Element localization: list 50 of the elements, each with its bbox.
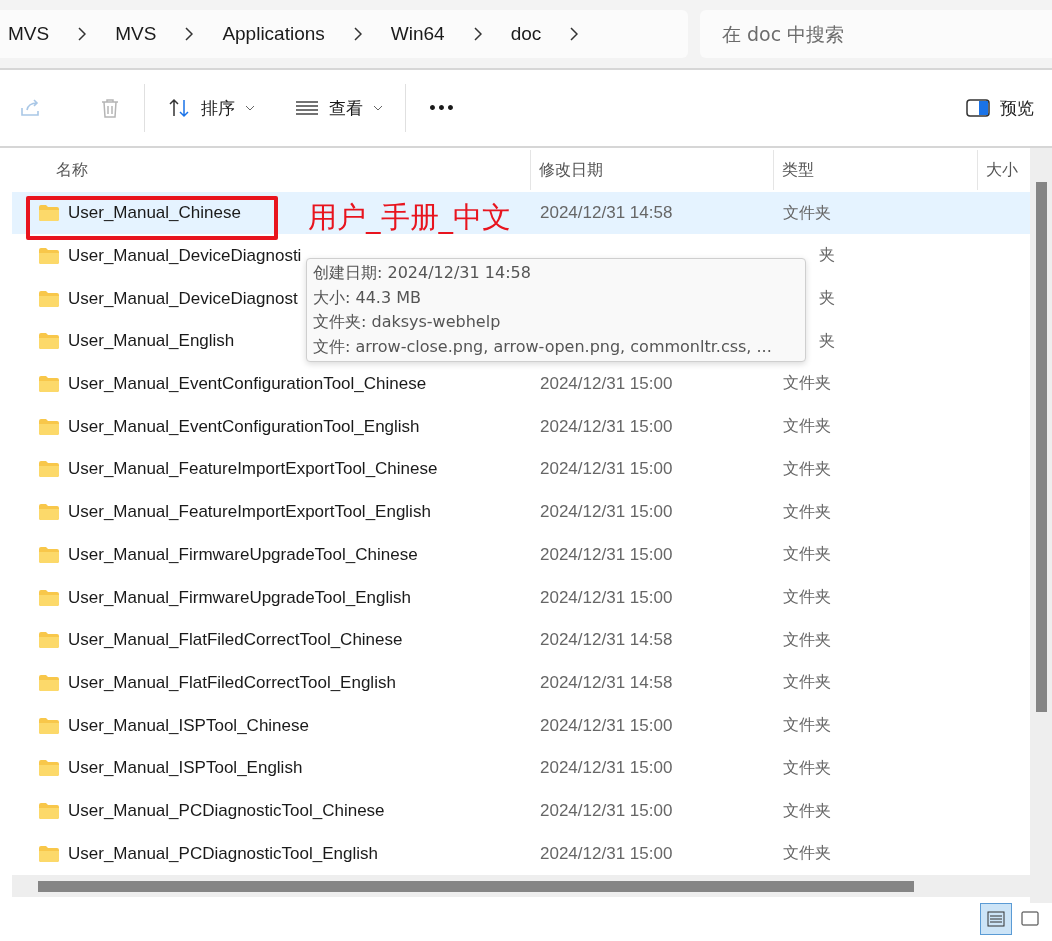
file-name-text: User_Manual_ISPTool_English bbox=[68, 758, 303, 779]
file-name-text: User_Manual_FirmwareUpgradeTool_Chinese bbox=[68, 544, 418, 565]
tooltip-line: 创建日期: 2024/12/31 14:58 bbox=[313, 262, 532, 284]
file-type: 文件夹 bbox=[782, 416, 832, 438]
file-type: 文件夹 bbox=[782, 202, 832, 224]
file-type: 文件夹 bbox=[782, 672, 832, 694]
modified-date: 2024/12/31 15:00 bbox=[539, 373, 674, 394]
file-type: 文件夹 bbox=[782, 800, 832, 822]
file-type: 文件夹 bbox=[782, 629, 832, 651]
tooltip-line: 文件: arrow-close.png, arrow-open.png, commonltr.css, ... bbox=[313, 335, 773, 358]
tooltip-line: 文件夹: daksys-webhelp bbox=[313, 311, 502, 333]
file-type: 文件夹 bbox=[782, 373, 832, 395]
modified-date: 2024/12/31 15:00 bbox=[539, 715, 674, 736]
file-name-text: User_Manual_DeviceDiagnost bbox=[68, 288, 298, 309]
modified-date: 2024/12/31 15:00 bbox=[539, 459, 674, 480]
modified-date: 2024/12/31 15:00 bbox=[539, 587, 674, 608]
file-type: 夹 bbox=[818, 245, 836, 267]
file-name-text: User_Manual_FeatureImportExportTool_English bbox=[68, 502, 431, 523]
modified-date: 2024/12/31 15:00 bbox=[539, 843, 674, 864]
file-type: 文件夹 bbox=[782, 458, 832, 480]
file-name-text: User_Manual_FlatFiledCorrectTool_English bbox=[68, 672, 396, 693]
file-name-text: User_Manual_FlatFiledCorrectTool_Chinese bbox=[68, 630, 403, 651]
tooltip-line: 大小: 44.3 MB bbox=[313, 286, 422, 309]
modified-date: 2024/12/31 14:58 bbox=[539, 672, 674, 693]
file-name-text: User_Manual_DeviceDiagnosti bbox=[68, 245, 302, 266]
file-name-text: User_Manual_EventConfigurationTool_English bbox=[68, 416, 420, 437]
modified-date: 2024/12/31 15:00 bbox=[539, 416, 674, 437]
modified-date: 2024/12/31 15:00 bbox=[539, 801, 674, 822]
modified-date: 2024/12/31 14:58 bbox=[539, 203, 674, 224]
file-type: 文件夹 bbox=[782, 843, 832, 865]
file-type: 文件夹 bbox=[782, 715, 832, 737]
modified-date: 2024/12/31 14:58 bbox=[539, 630, 674, 651]
file-name-text: User_Manual_English bbox=[68, 331, 235, 352]
modified-date: 2024/12/31 15:00 bbox=[539, 502, 674, 523]
modified-date: 2024/12/31 15:00 bbox=[539, 544, 674, 565]
file-type: 夹 bbox=[818, 288, 836, 309]
file-name-text: User_Manual_ISPTool_Chinese bbox=[68, 715, 309, 736]
modified-date: 2024/12/31 15:00 bbox=[539, 758, 674, 779]
file-name-text: User_Manual_PCDiagnosticTool_English bbox=[68, 843, 378, 864]
annotation-text: 用户_手册_中文 bbox=[308, 199, 511, 236]
file-name-text: User_Manual_FirmwareUpgradeTool_English bbox=[68, 587, 411, 608]
file-type: 夹 bbox=[818, 330, 836, 352]
file-name-text: User_Manual_Chinese bbox=[68, 203, 241, 224]
file-type: 文件夹 bbox=[782, 501, 832, 523]
file-name-text: User_Manual_EventConfigurationTool_Chinese bbox=[68, 373, 427, 394]
file-name-text: User_Manual_PCDiagnosticTool_Chinese bbox=[68, 801, 385, 822]
file-type: 文件夹 bbox=[782, 757, 832, 779]
file-type: 文件夹 bbox=[782, 587, 832, 609]
file-name-text: User_Manual_FeatureImportExportTool_Chinese bbox=[68, 459, 438, 480]
file-type: 文件夹 bbox=[782, 544, 832, 566]
